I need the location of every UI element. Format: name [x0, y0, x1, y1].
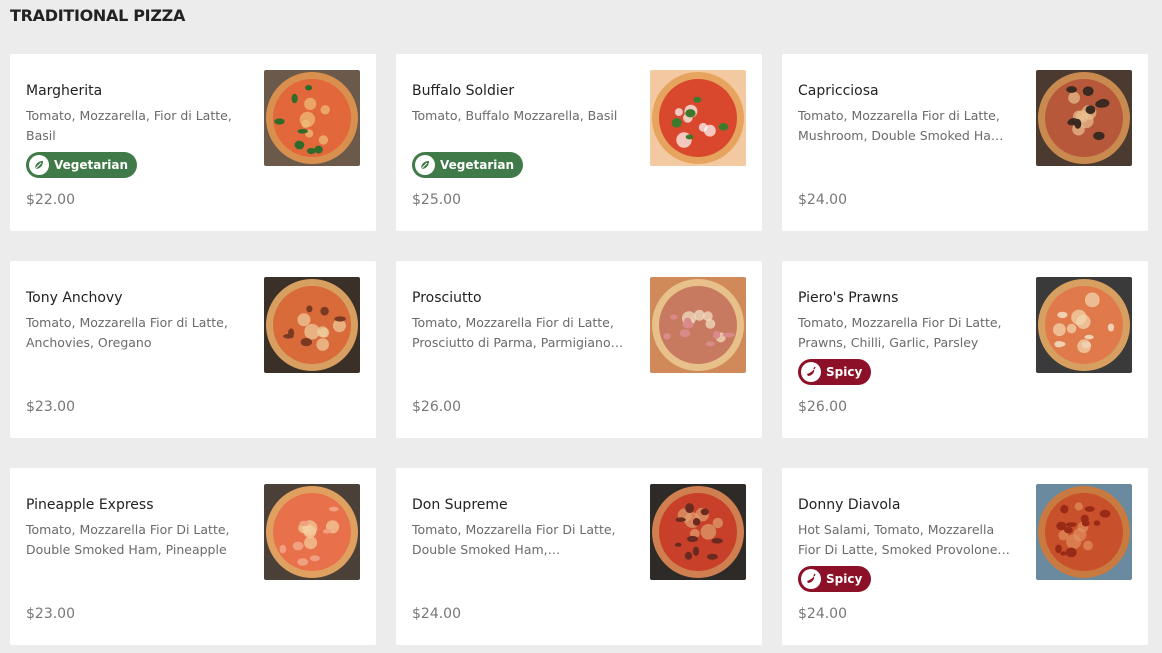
item-price: $26.00	[412, 399, 461, 415]
menu-item-card[interactable]: Margherita Tomato, Mozzarella, Fior di L…	[10, 54, 376, 231]
item-price: $26.00	[798, 399, 847, 415]
badge-label: Spicy	[826, 365, 863, 379]
menu-item-card[interactable]: Piero's Prawns Tomato, Mozzarella Fior D…	[782, 261, 1148, 438]
item-name: Donny Diavola	[798, 497, 901, 513]
item-name: Buffalo Soldier	[412, 83, 515, 99]
section-title: TRADITIONAL PIZZA	[10, 6, 186, 25]
item-price: $23.00	[26, 606, 75, 622]
item-price: $23.00	[26, 399, 75, 415]
pieros-prawns-pizza-image	[1036, 277, 1132, 373]
menu-item-card[interactable]: Buffalo Soldier Tomato, Buffalo Mozzarel…	[396, 54, 762, 231]
leaf-icon	[29, 155, 49, 175]
badge-label: Vegetarian	[54, 158, 129, 172]
menu-item-card[interactable]: Don Supreme Tomato, Mozzarella Fior Di L…	[396, 468, 762, 645]
buffalo-soldier-pizza-image	[650, 70, 746, 166]
badge-label: Spicy	[826, 572, 863, 586]
item-description: Tomato, Mozzarella Fior di Latte, Anchov…	[26, 315, 228, 350]
prosciutto-pizza-image	[650, 277, 746, 373]
menu-item-card[interactable]: Donny Diavola Hot Salami, Tomato, Mozzar…	[782, 468, 1148, 645]
margherita-pizza-image	[264, 70, 360, 166]
menu-grid: Margherita Tomato, Mozzarella, Fior di L…	[10, 54, 1148, 645]
item-price: $24.00	[798, 192, 847, 208]
item-price: $24.00	[412, 606, 461, 622]
spicy-badge: Spicy	[798, 359, 872, 385]
leaf-icon	[415, 155, 435, 175]
spicy-badge: Spicy	[798, 566, 872, 592]
menu-item-card[interactable]: Capricciosa Tomato, Mozzarella Fior di L…	[782, 54, 1148, 231]
item-description: Hot Salami, Tomato, Mozzarella Fior Di L…	[798, 522, 1002, 557]
chilli-icon	[801, 569, 821, 589]
item-description: Tomato, Mozzarella Fior Di Latte, Double…	[412, 522, 616, 557]
item-description: Tomato, Mozzarella, Fior di Latte, Basil	[26, 108, 232, 143]
item-price: $25.00	[412, 192, 461, 208]
item-description: Tomato, Buffalo Mozzarella, Basil	[412, 108, 618, 123]
item-name: Don Supreme	[412, 497, 508, 513]
menu-item-card[interactable]: Pineapple Express Tomato, Mozzarella Fio…	[10, 468, 376, 645]
badge-label: Vegetarian	[440, 158, 515, 172]
item-description: Tomato, Mozzarella Fior di Latte, Prosci…	[412, 315, 614, 350]
item-description: Tomato, Mozzarella Fior Di Latte, Double…	[26, 522, 230, 557]
vegetarian-badge: Vegetarian	[412, 152, 524, 178]
menu-item-card[interactable]: Tony Anchovy Tomato, Mozzarella Fior di …	[10, 261, 376, 438]
item-name: Margherita	[26, 83, 103, 99]
vegetarian-badge: Vegetarian	[26, 152, 138, 178]
tony-anchovy-pizza-image	[264, 277, 360, 373]
item-name: Tony Anchovy	[26, 290, 123, 306]
item-name: Pineapple Express	[26, 497, 154, 513]
item-price: $22.00	[26, 192, 75, 208]
menu-item-card[interactable]: Prosciutto Tomato, Mozzarella Fior di La…	[396, 261, 762, 438]
chilli-icon	[801, 362, 821, 382]
don-supreme-pizza-image	[650, 484, 746, 580]
item-description: Tomato, Mozzarella Fior di Latte, Mushro…	[798, 108, 1008, 143]
item-description: Tomato, Mozzarella Fior Di Latte, Prawns…	[798, 315, 1002, 350]
capricciosa-pizza-image	[1036, 70, 1132, 166]
item-name: Prosciutto	[412, 290, 482, 306]
pineapple-express-pizza-image	[264, 484, 360, 580]
donny-diavola-pizza-image	[1036, 484, 1132, 580]
item-name: Piero's Prawns	[798, 290, 899, 306]
item-name: Capricciosa	[798, 83, 879, 99]
item-price: $24.00	[798, 606, 847, 622]
